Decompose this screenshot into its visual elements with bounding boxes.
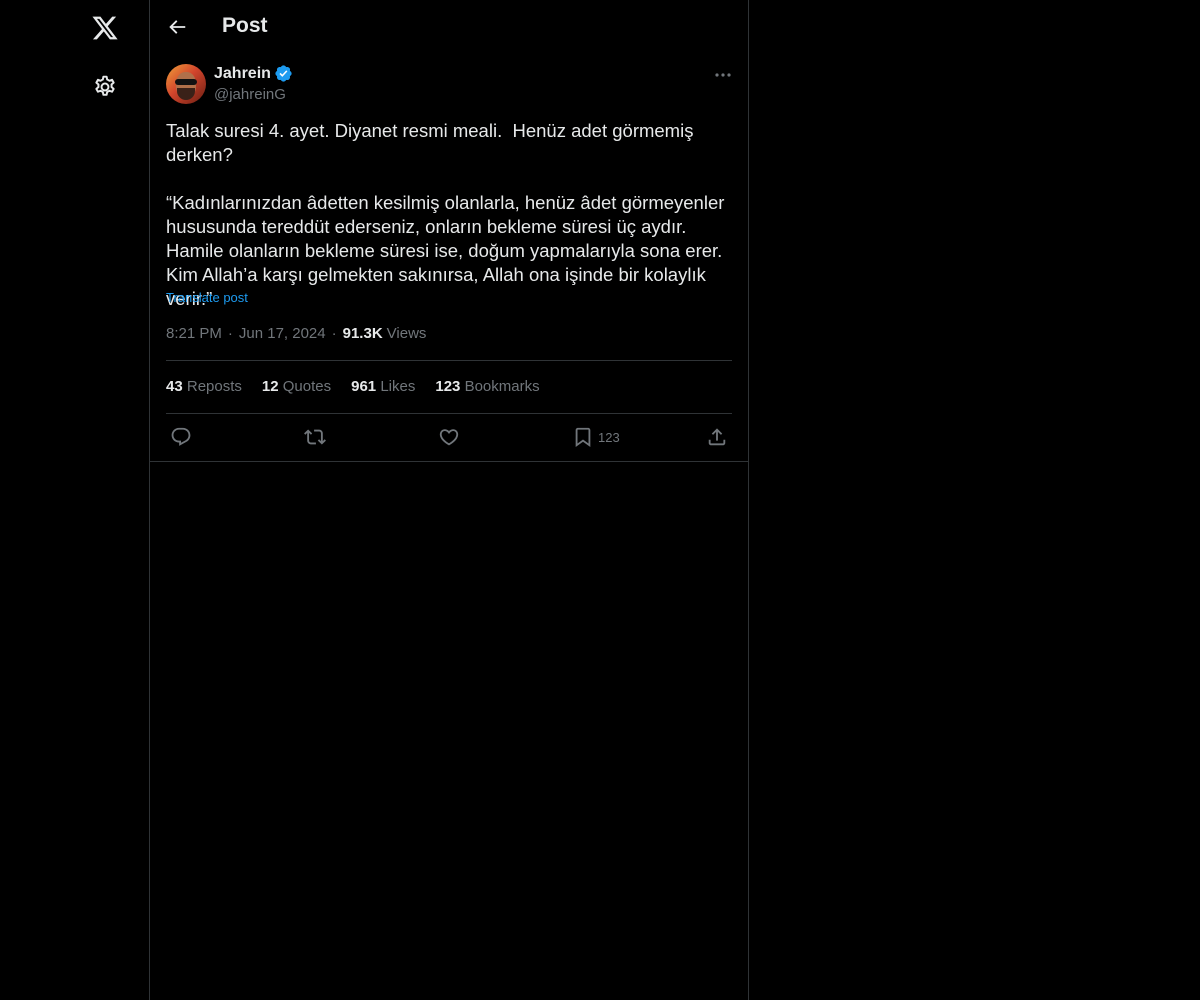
sidebar <box>0 0 149 1000</box>
post-meta: 8:21 PM · Jun 17, 2024 · 91.3K Views <box>166 325 426 342</box>
share-button[interactable] <box>706 426 728 448</box>
quotes-label: Quotes <box>282 378 332 395</box>
meta-separator: · <box>227 325 233 342</box>
bookmarks-stat[interactable]: 123 Bookmarks <box>435 378 539 395</box>
post-date[interactable]: Jun 17, 2024 <box>239 325 326 342</box>
avatar-beard <box>177 88 195 100</box>
quotes-stat[interactable]: 12 Quotes <box>262 378 331 395</box>
reposts-stat[interactable]: 43 Reposts <box>166 378 242 395</box>
bookmark-count: 123 <box>598 429 620 445</box>
views-count: 91.3K <box>342 325 383 342</box>
post-bottom-border <box>150 461 748 462</box>
page-title: Post <box>222 14 268 37</box>
avatar-glasses <box>175 79 197 85</box>
reposts-count: 43 <box>166 378 183 395</box>
reposts-label: Reposts <box>186 378 242 395</box>
likes-count: 961 <box>351 378 377 395</box>
author-display-name[interactable]: Jahrein <box>214 65 271 83</box>
reply-icon <box>171 427 191 446</box>
divider <box>166 360 732 361</box>
post-text: Talak suresi 4. ayet. Diyanet resmi meal… <box>166 120 725 309</box>
quotes-count: 12 <box>261 378 279 395</box>
likes-label: Likes <box>380 378 416 395</box>
gear-icon[interactable] <box>92 74 118 100</box>
action-bar: 123 <box>150 424 748 452</box>
views-label: Views <box>386 325 427 342</box>
more-options-icon[interactable] <box>712 66 734 84</box>
repost-button[interactable] <box>304 426 326 448</box>
x-logo-icon[interactable] <box>91 14 119 42</box>
like-button[interactable] <box>438 426 460 448</box>
reply-button[interactable] <box>170 426 192 448</box>
author-handle[interactable]: @jahreinG <box>214 86 286 103</box>
likes-stat[interactable]: 961 Likes <box>351 378 415 395</box>
bookmarks-count: 123 <box>435 378 461 395</box>
translate-post-link[interactable]: Translate post <box>166 290 248 305</box>
back-arrow-icon[interactable] <box>166 16 188 38</box>
bookmark-icon <box>575 427 591 448</box>
repost-icon <box>304 429 326 445</box>
post-header: Post <box>150 0 748 54</box>
avatar[interactable] <box>166 64 206 104</box>
heart-icon <box>439 429 459 446</box>
bookmark-button[interactable]: 123 <box>572 426 620 448</box>
bookmarks-label: Bookmarks <box>464 378 540 395</box>
engagement-stats: 43 Reposts 12 Quotes 961 Likes 123 Bookm… <box>166 378 560 395</box>
post-column: Post Jahrein @jahreinG Talak suresi 4. a… <box>149 0 749 1000</box>
share-icon <box>708 428 726 446</box>
meta-separator: · <box>331 325 337 342</box>
post-time[interactable]: 8:21 PM <box>166 325 222 342</box>
verified-badge-icon[interactable] <box>274 64 293 83</box>
author-name-row: Jahrein <box>214 64 293 83</box>
divider <box>166 413 732 414</box>
